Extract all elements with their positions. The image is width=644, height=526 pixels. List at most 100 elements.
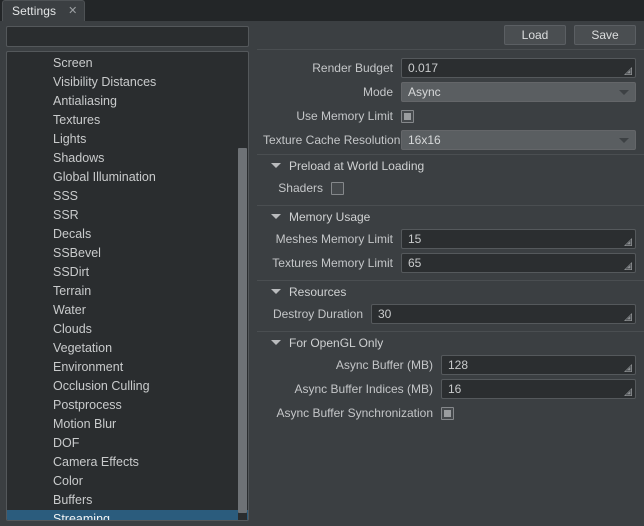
sidebar-item-global-illumination[interactable]: Global Illumination [7,168,248,187]
sidebar-item-clouds[interactable]: Clouds [7,320,248,339]
textures-memory-limit-label: Textures Memory Limit [272,256,393,270]
meshes-memory-limit-label: Meshes Memory Limit [275,232,393,246]
panel-body: Render Budget 0.017 Mode Async Use Memory Li… [257,49,644,526]
settings-tree[interactable]: Screen Visibility Distances Antialiasing Te… [6,51,249,521]
chevron-down-icon[interactable] [619,138,629,143]
mode-row: Mode Async [257,80,644,104]
tab-bar: Settings ✕ [0,0,644,21]
async-buffer-indices-mb-input[interactable]: 16 [441,379,636,399]
resize-grip-icon[interactable] [623,261,633,271]
sidebar-scrollbar[interactable] [238,53,247,520]
sidebar-item-visibility-distances[interactable]: Visibility Distances [7,73,248,92]
chevron-down-icon[interactable] [271,163,281,168]
use-memory-limit-row: Use Memory Limit [257,104,644,128]
sidebar-item-ssbevel[interactable]: SSBevel [7,244,248,263]
sidebar-item-dof[interactable]: DOF [7,434,248,453]
render-budget-row: Render Budget 0.017 [257,56,644,80]
async-buffer-indices-mb-value: 16 [448,382,462,396]
section-title: For OpenGL Only [289,335,384,350]
settings-panel: Load Save Render Budget 0.017 Mode Async Use… [257,21,644,526]
shaders-row: Shaders [257,176,644,200]
sidebar-item-decals[interactable]: Decals [7,225,248,244]
sidebar-item-antialiasing[interactable]: Antialiasing [7,92,248,111]
mode-value: Async [408,85,441,99]
chevron-down-icon[interactable] [271,340,281,345]
sidebar-item-postprocess[interactable]: Postprocess [7,396,248,415]
sidebar-item-sss[interactable]: SSS [7,187,248,206]
section-header-preload-at-world-loading[interactable]: Preload at World Loading [257,154,644,176]
sidebar-item-ssr[interactable]: SSR [7,206,248,225]
shaders-checkbox[interactable] [331,181,344,195]
sidebar-item-ssdirt[interactable]: SSDirt [7,263,248,282]
chevron-down-icon[interactable] [271,214,281,219]
render-budget-label: Render Budget [312,61,393,75]
sidebar-item-camera-effects[interactable]: Camera Effects [7,453,248,472]
mode-label: Mode [362,85,393,99]
section-header-for-opengl-only[interactable]: For OpenGL Only [257,331,644,353]
sidebar-item-terrain[interactable]: Terrain [7,282,248,301]
texture-cache-resolution-value: 16x16 [408,133,441,147]
sidebar-item-textures[interactable]: Textures [7,111,248,130]
sidebar-item-buffers[interactable]: Buffers [7,491,248,510]
sidebar-item-occlusion-culling[interactable]: Occlusion Culling [7,377,248,396]
settings-tree-list: Screen Visibility Distances Antialiasing Te… [7,52,248,520]
sidebar-item-environment[interactable]: Environment [7,358,248,377]
render-budget-value: 0.017 [408,61,439,75]
resize-grip-icon[interactable] [623,237,633,247]
section-header-resources[interactable]: Resources [257,280,644,302]
meshes-memory-limit-value: 15 [408,232,422,246]
resize-grip-icon[interactable] [623,363,633,373]
panel-toolbar: Load Save [257,21,644,49]
resize-grip-icon[interactable] [623,312,633,322]
textures-memory-limit-value: 65 [408,256,422,270]
sidebar-item-water[interactable]: Water [7,301,248,320]
use-memory-limit-label: Use Memory Limit [296,109,393,123]
load-button[interactable]: Load [504,25,566,45]
sidebar-item-streaming[interactable]: Streaming [7,510,248,520]
sidebar-item-lights[interactable]: Lights [7,130,248,149]
async-buffer-synchronization-row: Async Buffer Synchronization [257,401,644,425]
sidebar-item-screen[interactable]: Screen [7,54,248,73]
texture-cache-resolution-label: Texture Cache Resolution [263,133,401,147]
destroy-duration-label: Destroy Duration [272,307,363,321]
render-budget-input[interactable]: 0.017 [401,58,636,78]
async-buffer-mb-input[interactable]: 128 [441,355,636,375]
tab-settings[interactable]: Settings ✕ [2,0,86,21]
async-buffer-mb-value: 128 [448,358,469,372]
use-memory-limit-checkbox[interactable] [401,109,414,123]
async-buffer-mb-row: Async Buffer (MB) 128 [257,353,644,377]
chevron-down-icon[interactable] [271,289,281,294]
resize-grip-icon[interactable] [623,387,633,397]
async-buffer-synchronization-checkbox[interactable] [441,406,454,420]
sidebar-item-color[interactable]: Color [7,472,248,491]
textures-memory-limit-row: Textures Memory Limit 65 [257,251,644,275]
chevron-down-icon[interactable] [619,90,629,95]
textures-memory-limit-input[interactable]: 65 [401,253,636,273]
save-button[interactable]: Save [574,25,636,45]
sidebar-filter-input[interactable] [6,26,249,47]
tab-settings-label: Settings [12,4,57,18]
mode-select[interactable]: Async [401,82,636,102]
async-buffer-indices-mb-label: Async Buffer Indices (MB) [294,382,434,396]
meshes-memory-limit-input[interactable]: 15 [401,229,636,249]
shaders-label: Shaders [278,181,323,195]
sidebar-item-vegetation[interactable]: Vegetation [7,339,248,358]
destroy-duration-input[interactable]: 30 [371,304,636,324]
texture-cache-resolution-select[interactable]: 16x16 [401,130,636,150]
sidebar-scrollbar-thumb[interactable] [238,148,247,513]
sidebar-item-shadows[interactable]: Shadows [7,149,248,168]
meshes-memory-limit-row: Meshes Memory Limit 15 [257,227,644,251]
close-icon[interactable]: ✕ [68,5,77,17]
destroy-duration-row: Destroy Duration 30 [257,302,644,326]
section-header-memory-usage[interactable]: Memory Usage [257,205,644,227]
async-buffer-synchronization-label: Async Buffer Synchronization [276,406,433,420]
settings-window: Settings ✕ Screen Visibility Distances Ant… [0,0,644,526]
texture-cache-resolution-row: Texture Cache Resolution 16x16 [257,128,644,152]
async-buffer-mb-label: Async Buffer (MB) [335,358,433,372]
settings-sidebar: Screen Visibility Distances Antialiasing Te… [0,21,255,526]
sidebar-item-motion-blur[interactable]: Motion Blur [7,415,248,434]
resize-grip-icon[interactable] [623,66,633,76]
